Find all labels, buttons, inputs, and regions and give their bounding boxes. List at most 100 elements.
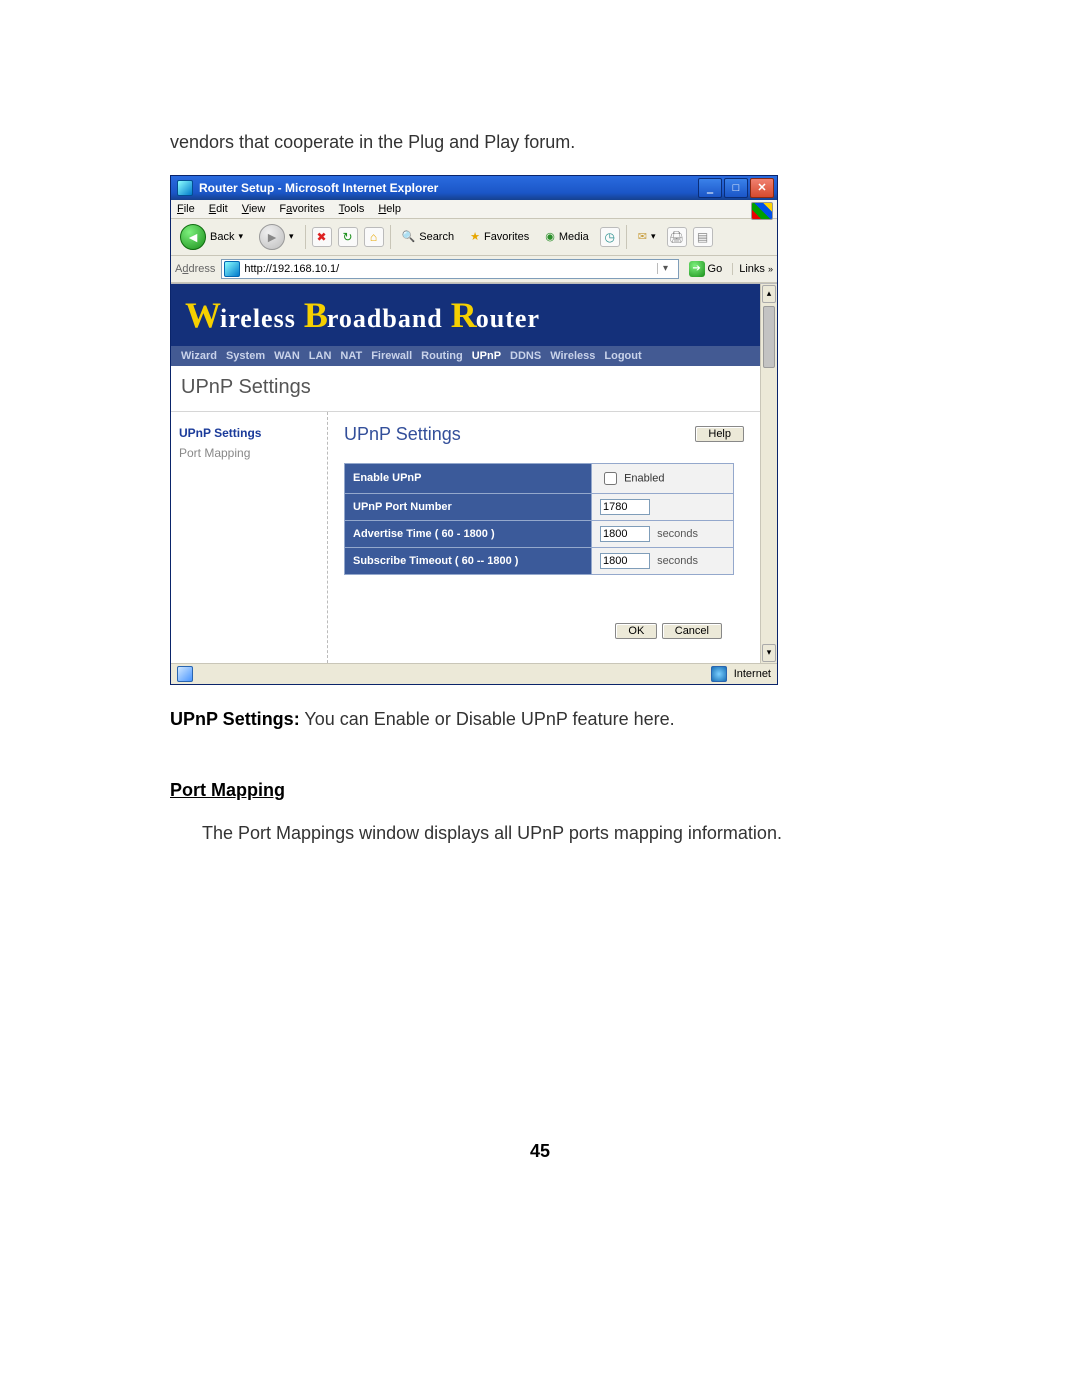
mail-dropdown-icon[interactable]: ▾ xyxy=(651,231,656,242)
help-button[interactable]: Help xyxy=(695,426,744,442)
minimize-button[interactable]: ‗ xyxy=(698,178,722,198)
brand-r-rest: outer xyxy=(476,304,540,334)
subscribe-timeout-input[interactable] xyxy=(600,553,650,569)
router-tabs: Wizard System WAN LAN NAT Firewall Routi… xyxy=(171,346,760,366)
page-number: 45 xyxy=(0,1141,1080,1162)
favorites-button[interactable]: ★ Favorites xyxy=(465,228,534,245)
upnp-caption-bold: UPnP Settings: xyxy=(170,709,300,729)
history-icon[interactable]: ◷ xyxy=(600,227,620,247)
settings-panel: UPnP Settings Help Enable UPnP Enabled xyxy=(328,412,760,663)
sidebar: UPnP Settings Port Mapping xyxy=(171,412,328,663)
menu-file[interactable]: File xyxy=(177,203,195,215)
tab-logout[interactable]: Logout xyxy=(604,350,641,362)
refresh-icon[interactable]: ↻ xyxy=(338,227,358,247)
port-number-input[interactable] xyxy=(600,499,650,515)
close-button[interactable]: ✕ xyxy=(750,178,774,198)
tab-system[interactable]: System xyxy=(226,350,265,362)
go-button[interactable]: ➔ Go xyxy=(685,261,727,277)
menu-view[interactable]: View xyxy=(242,203,266,215)
search-button[interactable]: 🔍 Search xyxy=(397,228,460,245)
media-icon: ◉ xyxy=(545,230,555,243)
menu-edit[interactable]: Edit xyxy=(209,203,228,215)
brand-bar: W ireless B roadband R outer xyxy=(171,284,760,346)
tab-wizard[interactable]: Wizard xyxy=(181,350,217,362)
tab-nat[interactable]: NAT xyxy=(340,350,362,362)
section-heading: Port Mapping xyxy=(170,780,910,801)
media-button[interactable]: ◉ Media xyxy=(540,228,594,245)
scroll-down-icon[interactable]: ▾ xyxy=(762,644,776,662)
titlebar: Router Setup - Microsoft Internet Explor… xyxy=(171,176,777,200)
browser-viewport: W ireless B roadband R outer Wizard Syst… xyxy=(171,283,777,663)
sidebar-item-upnp-settings[interactable]: UPnP Settings xyxy=(179,426,319,440)
menu-tools[interactable]: Tools xyxy=(339,203,365,215)
brand-w-rest: ireless xyxy=(220,304,296,334)
tab-lan[interactable]: LAN xyxy=(309,350,332,362)
status-left-icon xyxy=(177,666,193,682)
row-advertise-label: Advertise Time ( 60 - 1800 ) xyxy=(345,520,592,547)
row-enable-value: Enabled xyxy=(592,463,734,493)
row-subscribe-label: Subscribe Timeout ( 60 -- 1800 ) xyxy=(345,547,592,574)
section-body: The Port Mappings window displays all UP… xyxy=(170,819,910,848)
enable-text: Enabled xyxy=(624,472,664,484)
address-dropdown-icon[interactable]: ▾ xyxy=(657,263,674,274)
enable-upnp-checkbox[interactable] xyxy=(604,472,617,485)
brand-b: B xyxy=(304,294,328,336)
row-port-label: UPnP Port Number xyxy=(345,493,592,520)
ie-icon xyxy=(177,180,193,196)
tab-wan[interactable]: WAN xyxy=(274,350,300,362)
address-label: Address xyxy=(175,263,215,275)
toolbar-separator xyxy=(305,225,306,249)
brand-w: W xyxy=(185,294,221,336)
sidebar-item-port-mapping[interactable]: Port Mapping xyxy=(179,446,319,460)
window-title: Router Setup - Microsoft Internet Explor… xyxy=(199,181,698,195)
menu-favorites[interactable]: Favorites xyxy=(279,203,324,215)
print-icon[interactable]: 🖨 xyxy=(667,227,687,247)
go-arrow-icon: ➔ xyxy=(689,261,705,277)
advertise-time-input[interactable] xyxy=(600,526,650,542)
cancel-button[interactable]: Cancel xyxy=(662,623,722,639)
back-button[interactable]: ◄ Back ▾ xyxy=(175,222,248,252)
ie-window: Router Setup - Microsoft Internet Explor… xyxy=(170,175,778,685)
maximize-button[interactable]: □ xyxy=(724,178,748,198)
scroll-up-icon[interactable]: ▴ xyxy=(762,285,776,303)
search-icon: 🔍 xyxy=(402,230,416,243)
star-icon: ★ xyxy=(470,230,480,243)
links-label[interactable]: Links » xyxy=(732,263,773,275)
ok-button[interactable]: OK xyxy=(615,623,657,639)
mail-button[interactable]: ✉ ▾ xyxy=(633,228,661,245)
status-right-text: Internet xyxy=(734,668,771,680)
forward-button[interactable]: ► ▾ xyxy=(254,222,299,252)
toolbar-separator-3 xyxy=(626,225,627,249)
edit-icon[interactable]: ▤ xyxy=(693,227,713,247)
tab-ddns[interactable]: DDNS xyxy=(510,350,541,362)
tab-upnp[interactable]: UPnP xyxy=(472,350,501,362)
forward-arrow-icon: ► xyxy=(259,224,285,250)
favicon-icon xyxy=(224,261,240,277)
advertise-unit: seconds xyxy=(657,528,698,540)
back-arrow-icon: ◄ xyxy=(180,224,206,250)
toolbar: ◄ Back ▾ ► ▾ ✖ ↻ ⌂ 🔍 Search ★ Favorites xyxy=(171,219,777,256)
tab-routing[interactable]: Routing xyxy=(421,350,463,362)
back-label: Back xyxy=(210,231,234,243)
subscribe-unit: seconds xyxy=(657,555,698,567)
row-enable-label: Enable UPnP xyxy=(345,463,592,493)
forward-dropdown-icon[interactable]: ▾ xyxy=(289,231,294,242)
go-label: Go xyxy=(708,263,723,275)
windows-flag-icon xyxy=(751,202,773,220)
addressbar: Address http://192.168.10.1/ ▾ ➔ Go Link… xyxy=(171,256,777,283)
vertical-scrollbar[interactable]: ▴ ▾ xyxy=(760,284,777,663)
menubar: File Edit View Favorites Tools Help xyxy=(171,200,777,219)
upnp-caption: UPnP Settings: You can Enable or Disable… xyxy=(170,705,910,734)
menu-help[interactable]: Help xyxy=(378,203,401,215)
address-input[interactable]: http://192.168.10.1/ ▾ xyxy=(221,259,678,279)
back-dropdown-icon[interactable]: ▾ xyxy=(238,231,243,242)
favorites-label: Favorites xyxy=(484,231,529,243)
search-label: Search xyxy=(419,231,454,243)
scroll-thumb[interactable] xyxy=(763,306,775,368)
toolbar-separator-2 xyxy=(390,225,391,249)
stop-icon[interactable]: ✖ xyxy=(312,227,332,247)
tab-wireless[interactable]: Wireless xyxy=(550,350,595,362)
brand-b-rest: roadband xyxy=(327,304,443,334)
home-icon[interactable]: ⌂ xyxy=(364,227,384,247)
tab-firewall[interactable]: Firewall xyxy=(371,350,412,362)
